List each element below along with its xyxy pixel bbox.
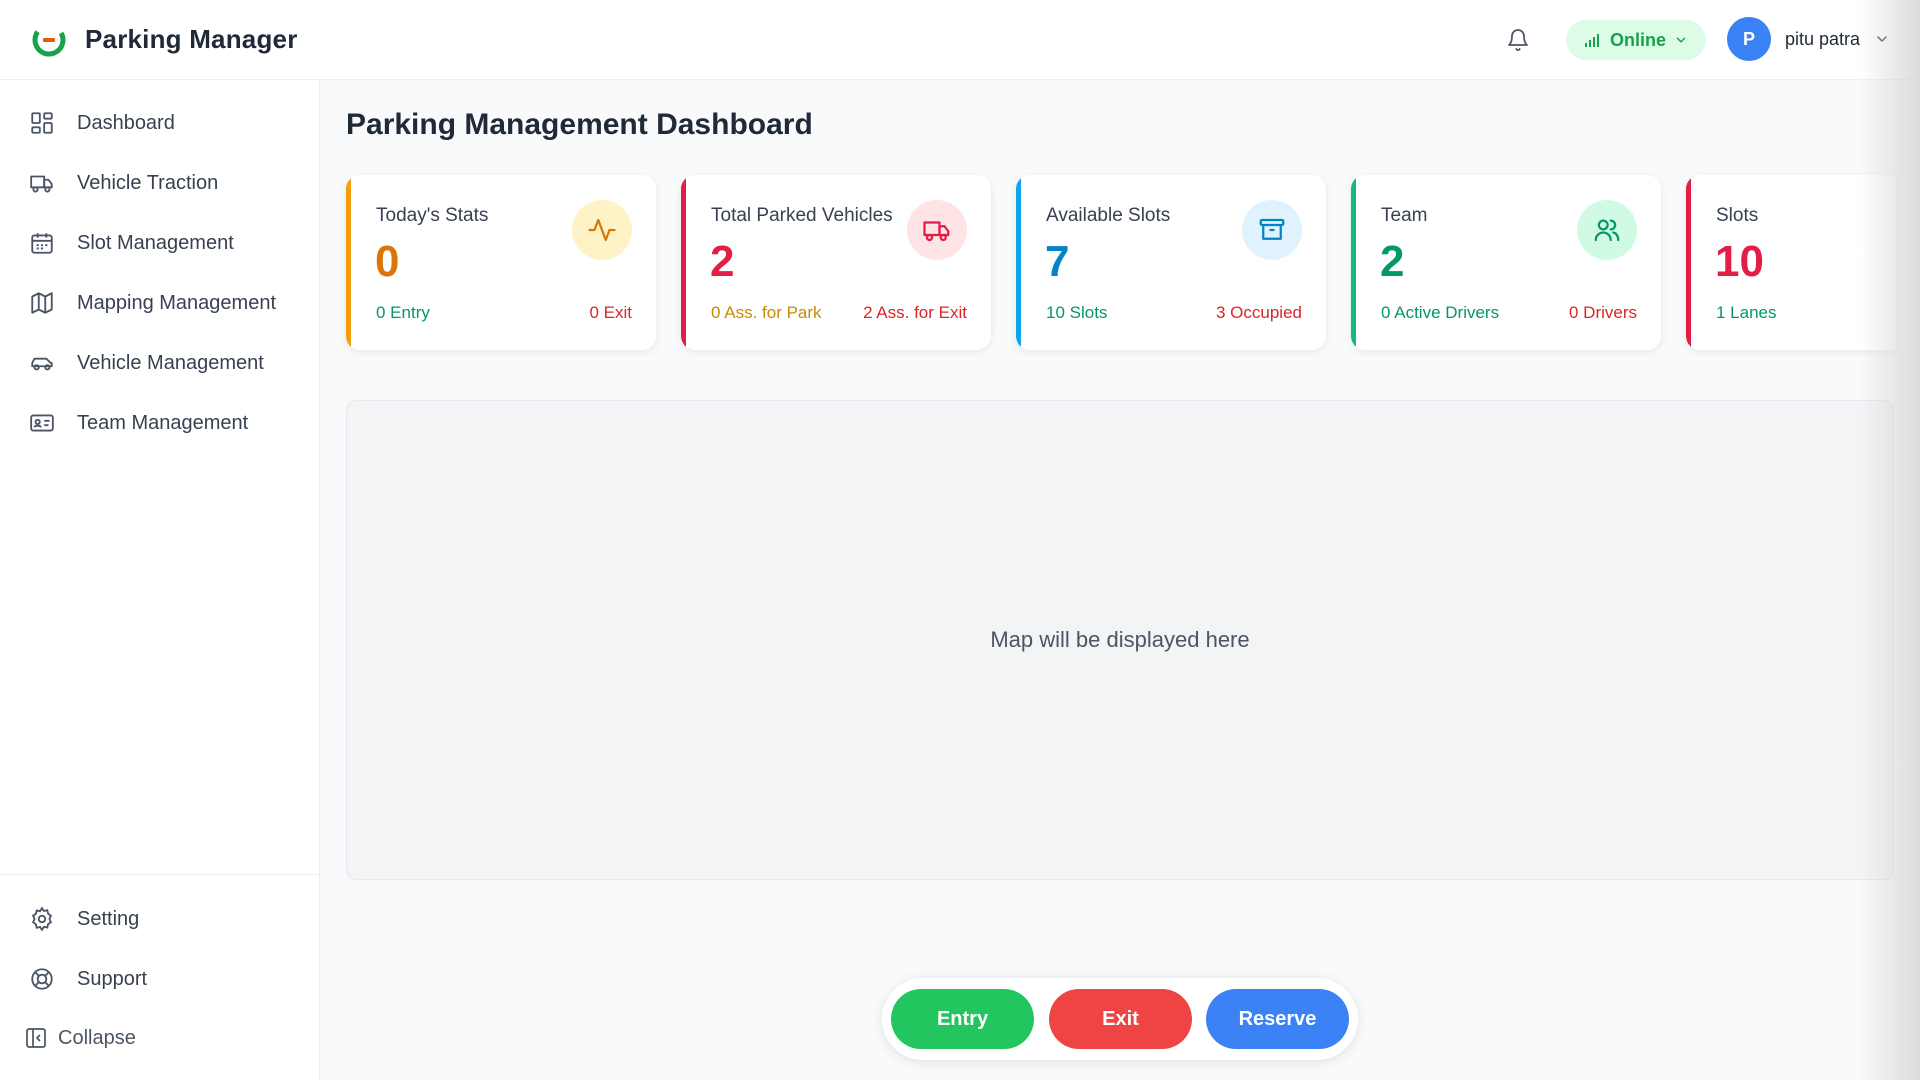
- sidebar: Dashboard Vehicle Traction Slot Manageme…: [0, 80, 320, 1080]
- collapse-label: Collapse: [58, 1026, 136, 1049]
- page-title: Parking Management Dashboard: [346, 108, 813, 141]
- sidebar-item-label: Team Management: [77, 411, 249, 434]
- card-foot-left: 0 Active Drivers: [1381, 303, 1500, 322]
- bell-icon[interactable]: [1506, 28, 1530, 52]
- collapse-icon: [26, 1028, 46, 1048]
- user-menu[interactable]: P pitu patra: [1727, 17, 1890, 61]
- card-title: Available Slots: [1046, 205, 1171, 226]
- stat-card-todays-stats[interactable]: Today's Stats 0 0 Entry 0 Exit: [346, 175, 656, 350]
- users-icon: [1594, 219, 1620, 242]
- card-title: Team: [1381, 205, 1428, 226]
- stat-card-team[interactable]: Team 2 0 Active Drivers 0 Drivers: [1351, 175, 1661, 350]
- sidebar-item-label: Setting: [77, 907, 140, 930]
- card-icon-wrap: [1577, 200, 1637, 260]
- card-accent: [1351, 175, 1356, 350]
- status-label: Online: [1609, 29, 1666, 50]
- card-value: 2: [1380, 237, 1405, 286]
- entry-button[interactable]: Entry: [891, 989, 1034, 1049]
- card-title: Total Parked Vehicles: [711, 205, 893, 226]
- archive-icon: [1259, 218, 1285, 240]
- sidebar-item-vehicle-management[interactable]: Vehicle Management: [0, 333, 320, 393]
- id-card-icon: [30, 414, 54, 432]
- activity-icon: [588, 218, 616, 242]
- sidebar-item-label: Slot Management: [77, 231, 234, 254]
- chevron-down-icon: [1676, 37, 1686, 43]
- sidebar-divider: [0, 874, 320, 875]
- sidebar-item-label: Dashboard: [77, 111, 175, 134]
- card-foot-left: 0 Entry: [376, 303, 430, 322]
- top-header: Parking Manager Online P pitu patra: [0, 0, 1920, 80]
- card-icon-wrap: [907, 200, 967, 260]
- collapse-button[interactable]: Collapse: [24, 1026, 136, 1050]
- signal-icon: [1584, 34, 1599, 47]
- sidebar-item-slot-management[interactable]: Slot Management: [0, 213, 320, 273]
- truck-icon: [923, 221, 950, 242]
- card-accent: [1686, 175, 1691, 350]
- stat-card-slots[interactable]: Slots 10 1 Lanes: [1686, 175, 1896, 350]
- sidebar-item-label: Vehicle Management: [77, 351, 264, 374]
- card-foot-left: 10 Slots: [1046, 303, 1108, 322]
- card-accent: [1016, 175, 1021, 350]
- car-icon: [31, 357, 53, 371]
- card-value: 10: [1715, 237, 1764, 286]
- dashboard-icon: [31, 112, 53, 134]
- sidebar-item-setting[interactable]: Setting: [0, 889, 320, 949]
- action-bar: Entry Exit Reserve: [882, 978, 1358, 1060]
- gear-icon: [31, 906, 53, 932]
- stat-card-available-slots[interactable]: Available Slots 7 10 Slots 3 Occupied: [1016, 175, 1326, 350]
- card-foot-right: 2 Ass. for Exit: [863, 303, 967, 322]
- card-value: 7: [1045, 237, 1070, 286]
- calendar-icon: [31, 233, 53, 254]
- sidebar-item-team-management[interactable]: Team Management: [0, 393, 320, 453]
- stat-card-total-parked[interactable]: Total Parked Vehicles 2 0 Ass. for Park …: [681, 175, 991, 350]
- reserve-button[interactable]: Reserve: [1206, 989, 1349, 1049]
- card-foot-right: 0 Drivers: [1568, 303, 1637, 322]
- map-container[interactable]: Map will be displayed here: [346, 400, 1894, 880]
- card-foot-right: 3 Occupied: [1216, 303, 1302, 322]
- card-foot-left: 1 Lanes: [1716, 303, 1777, 322]
- card-value: 0: [375, 237, 400, 286]
- card-accent: [681, 175, 686, 350]
- card-title: Slots: [1716, 205, 1759, 226]
- card-accent: [346, 175, 351, 350]
- map-icon: [31, 292, 53, 314]
- truck-icon: [30, 175, 53, 193]
- card-foot-left: 0 Ass. for Park: [711, 303, 822, 322]
- parking-logo-icon: [32, 23, 66, 56]
- card-icon-wrap: [572, 200, 632, 260]
- sidebar-item-support[interactable]: Support: [0, 949, 320, 1009]
- sidebar-item-label: Vehicle Traction: [77, 171, 219, 194]
- status-dropdown[interactable]: Online: [1566, 20, 1706, 60]
- sidebar-item-mapping-management[interactable]: Mapping Management: [0, 273, 320, 333]
- lifebuoy-icon: [31, 968, 53, 990]
- user-name: pitu patra: [1785, 28, 1861, 49]
- sidebar-item-label: Mapping Management: [77, 291, 277, 314]
- card-value: 2: [710, 237, 735, 286]
- card-title: Today's Stats: [376, 205, 489, 226]
- card-foot-right: 0 Exit: [589, 303, 632, 322]
- exit-button[interactable]: Exit: [1049, 989, 1192, 1049]
- avatar: P: [1727, 17, 1771, 61]
- app-title: Parking Manager: [85, 24, 298, 54]
- map-placeholder-text: Map will be displayed here: [990, 627, 1250, 652]
- sidebar-item-dashboard[interactable]: Dashboard: [0, 93, 320, 153]
- card-icon-wrap: [1242, 200, 1302, 260]
- sidebar-item-label: Support: [77, 967, 148, 990]
- sidebar-item-vehicle-traction[interactable]: Vehicle Traction: [0, 153, 320, 213]
- chevron-down-icon: [1877, 36, 1887, 43]
- brand[interactable]: Parking Manager: [32, 23, 298, 57]
